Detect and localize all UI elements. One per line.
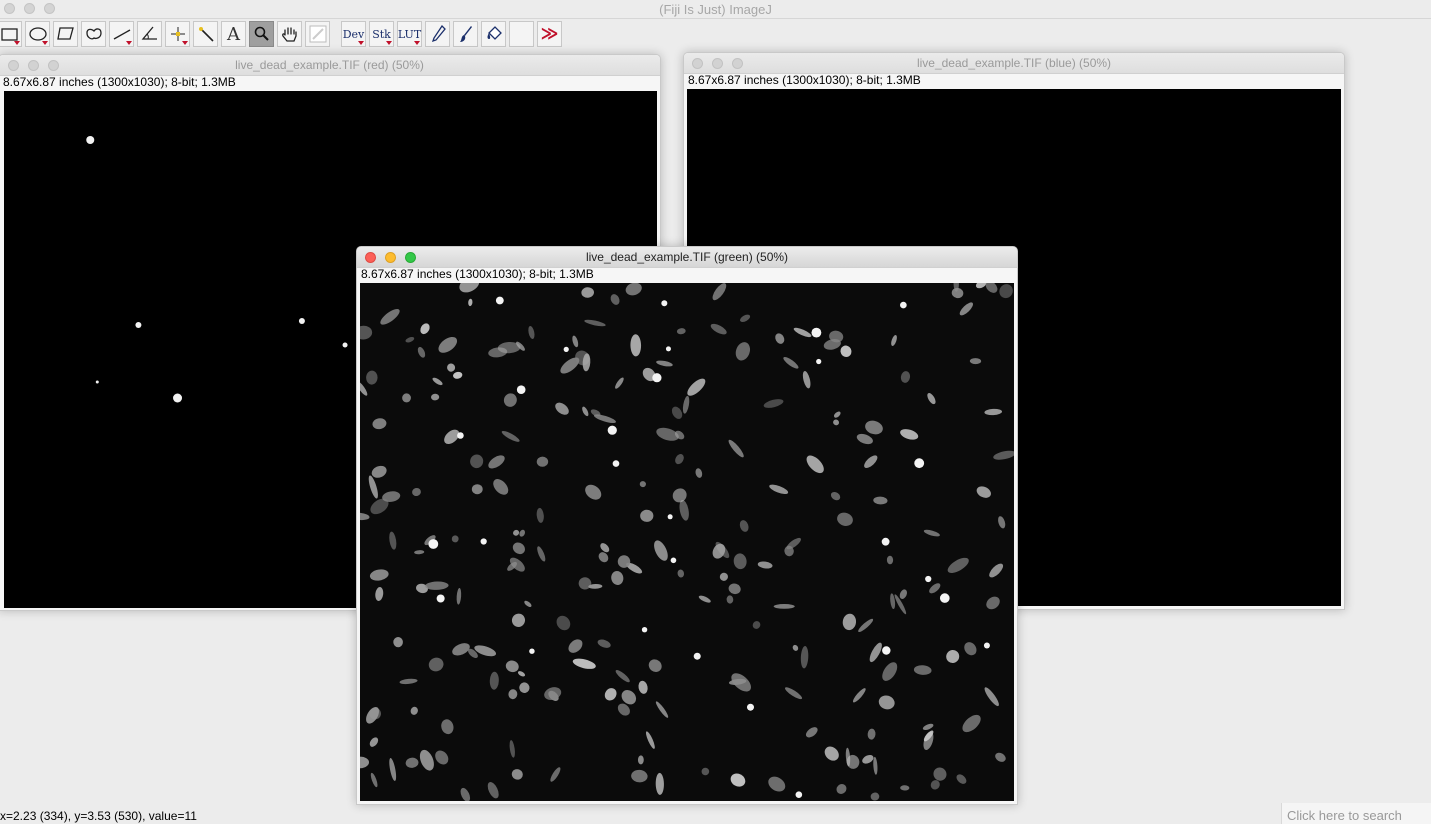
cell-body bbox=[471, 484, 483, 495]
hand-icon bbox=[281, 27, 297, 42]
cell-spot bbox=[342, 342, 348, 348]
chevron-down-icon bbox=[126, 41, 132, 45]
chevron-down-icon bbox=[14, 41, 20, 45]
chevron-down-icon bbox=[414, 41, 420, 45]
point-tool[interactable] bbox=[165, 21, 190, 47]
wand-tool[interactable] bbox=[193, 21, 218, 47]
window-titlebar[interactable]: live_dead_example.TIF (blue) (50%) bbox=[684, 53, 1344, 74]
cell-spot bbox=[436, 594, 445, 603]
cell-spot bbox=[811, 327, 822, 338]
cell-spot bbox=[665, 346, 671, 352]
image-window-green[interactable]: live_dead_example.TIF (green) (50%) 8.67… bbox=[356, 246, 1018, 805]
oval-tool[interactable] bbox=[25, 21, 50, 47]
more-tools-button[interactable]: ≫ bbox=[537, 21, 562, 47]
window-title: live_dead_example.TIF (green) (50%) bbox=[585, 250, 789, 264]
text-tool[interactable]: A bbox=[221, 21, 246, 47]
cell-spot bbox=[939, 593, 950, 603]
wand-icon bbox=[198, 27, 214, 42]
image-info: 8.67x6.87 inches (1300x1030); 8-bit; 1.3… bbox=[361, 267, 594, 281]
flood-fill-tool[interactable] bbox=[481, 21, 506, 47]
cell-spot bbox=[914, 458, 925, 469]
magnifier-tool[interactable] bbox=[249, 21, 274, 47]
cell-spot bbox=[661, 300, 668, 307]
cell-spot bbox=[495, 296, 504, 305]
chevron-down-icon bbox=[358, 41, 364, 45]
image-background bbox=[360, 283, 1014, 801]
cell-spot bbox=[652, 373, 662, 383]
lut-menu[interactable]: LUT bbox=[397, 21, 422, 47]
image-info: 8.67x6.87 inches (1300x1030); 8-bit; 1.3… bbox=[688, 73, 921, 87]
cell-spot bbox=[746, 703, 755, 711]
angle-icon bbox=[141, 26, 157, 40]
app-title: (Fiji Is Just) ImageJ bbox=[659, 2, 772, 17]
empty-tool-slot[interactable] bbox=[509, 21, 534, 47]
green-channel-image[interactable] bbox=[360, 283, 1014, 801]
freehand-tool[interactable] bbox=[81, 21, 106, 47]
cell-spot bbox=[925, 575, 932, 583]
angle-tool[interactable] bbox=[137, 21, 162, 47]
stk-menu[interactable]: Stk bbox=[369, 21, 394, 47]
cell-spot bbox=[670, 557, 677, 564]
cell-body bbox=[773, 604, 795, 609]
cell-spot bbox=[298, 318, 305, 324]
cell-spot bbox=[480, 538, 487, 545]
window-title: live_dead_example.TIF (blue) (50%) bbox=[916, 56, 1112, 70]
dev-menu[interactable]: Dev bbox=[341, 21, 366, 47]
freehand-icon bbox=[85, 28, 102, 40]
main-window-titlebar: (Fiji Is Just) ImageJ bbox=[0, 0, 1431, 19]
cell-spot bbox=[693, 652, 701, 660]
cell-spot bbox=[457, 432, 464, 439]
cell-spot bbox=[86, 136, 95, 144]
pencil-icon bbox=[431, 24, 446, 43]
rectangle-tool[interactable] bbox=[0, 21, 22, 47]
window-title: live_dead_example.TIF (red) (50%) bbox=[235, 58, 424, 72]
color-picker-icon bbox=[309, 25, 326, 43]
status-bar: x=2.23 (334), y=3.53 (530), value=11 bbox=[0, 809, 197, 823]
cell-spot bbox=[983, 642, 990, 649]
cell-spot bbox=[641, 627, 648, 633]
cell-spot bbox=[667, 514, 673, 520]
cell-spot bbox=[173, 393, 183, 403]
image-canvas-green[interactable] bbox=[360, 283, 1014, 801]
cell-spot bbox=[607, 425, 617, 435]
flood-fill-icon bbox=[487, 26, 502, 40]
pencil-tool[interactable] bbox=[425, 21, 450, 47]
cell-spot bbox=[516, 385, 526, 394]
chevron-down-icon bbox=[182, 41, 188, 45]
cell-spot bbox=[428, 539, 439, 549]
window-titlebar[interactable]: live_dead_example.TIF (red) (50%) bbox=[0, 55, 660, 76]
text-icon: A bbox=[227, 23, 240, 45]
brush-tool[interactable] bbox=[453, 21, 478, 47]
window-titlebar[interactable]: live_dead_example.TIF (green) (50%) bbox=[357, 247, 1017, 268]
search-box[interactable]: Click here to search bbox=[1281, 803, 1431, 824]
cell-spot bbox=[529, 648, 535, 654]
cell-spot bbox=[900, 301, 907, 309]
color-picker-tool[interactable] bbox=[305, 21, 330, 47]
cell-spot bbox=[135, 322, 142, 328]
cell-body bbox=[617, 555, 631, 568]
cell-spot bbox=[612, 460, 620, 467]
cell-spot bbox=[95, 380, 99, 384]
chevron-down-icon bbox=[42, 41, 48, 45]
cell-spot bbox=[816, 358, 822, 365]
polygon-icon bbox=[56, 27, 74, 40]
cell-spot bbox=[795, 791, 803, 798]
polygon-tool[interactable] bbox=[53, 21, 78, 47]
chevron-down-icon bbox=[386, 41, 392, 45]
line-tool[interactable] bbox=[109, 21, 134, 47]
hand-tool[interactable] bbox=[277, 21, 302, 47]
image-info: 8.67x6.87 inches (1300x1030); 8-bit; 1.3… bbox=[3, 75, 236, 89]
cell-spot bbox=[563, 346, 569, 352]
toolbar: A Dev Stk LUT ≫ bbox=[0, 19, 1431, 49]
brush-icon bbox=[459, 26, 472, 42]
cell-spot bbox=[881, 537, 890, 546]
cell-spot bbox=[882, 646, 891, 655]
magnifier-icon bbox=[254, 26, 269, 41]
